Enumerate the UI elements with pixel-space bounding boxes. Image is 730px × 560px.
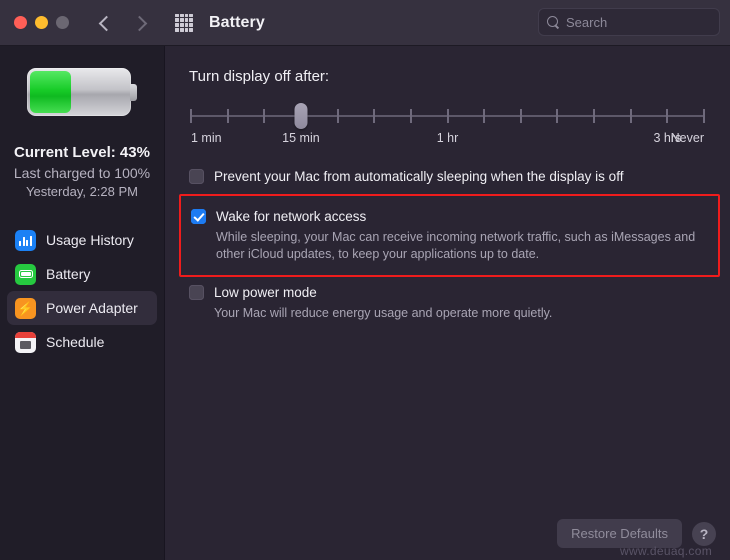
slider-thumb[interactable] — [294, 103, 308, 129]
option-label: Prevent your Mac from automatically slee… — [214, 169, 624, 184]
slider-tick — [593, 109, 596, 123]
display-sleep-slider[interactable]: 1 min 15 min 1 hr 3 hrs Never — [190, 101, 705, 153]
option-prevent-sleep[interactable]: Prevent your Mac from automatically slee… — [189, 165, 710, 188]
back-chevron-icon[interactable] — [97, 15, 113, 31]
current-level-text: Current Level: 43% — [14, 144, 150, 161]
slider-tick — [483, 109, 486, 123]
zoom-button[interactable] — [56, 16, 69, 29]
search-icon — [547, 15, 560, 29]
slider-label: Never — [670, 131, 704, 145]
close-button[interactable] — [14, 16, 27, 29]
option-label: Wake for network access — [216, 209, 367, 224]
option-wake-for-network[interactable]: Wake for network access While sleeping, … — [191, 205, 708, 265]
battery-icon — [15, 263, 36, 285]
slider-tick — [629, 109, 632, 123]
power-adapter-icon: ⚡ — [15, 297, 36, 319]
sidebar-item-label: Schedule — [46, 334, 105, 350]
slider-tick — [409, 109, 412, 123]
sidebar: Current Level: 43% Last charged to 100% … — [0, 46, 165, 560]
display-off-label: Turn display off after: — [189, 68, 330, 85]
battery-shell — [27, 68, 131, 116]
slider-tick — [556, 109, 559, 123]
option-description: While sleeping, your Mac can receive inc… — [216, 230, 696, 261]
battery-stats: Current Level: 43% Last charged to 100% … — [0, 144, 164, 199]
window-titlebar: Battery — [0, 0, 730, 46]
page-title: Battery — [209, 13, 265, 31]
sidebar-item-label: Power Adapter — [46, 300, 138, 316]
slider-label: 1 min — [191, 131, 222, 145]
slider-labels: 1 min 15 min 1 hr 3 hrs Never — [191, 131, 704, 147]
options-list: Prevent your Mac from automatically slee… — [179, 165, 720, 324]
window-body: Current Level: 43% Last charged to 100% … — [0, 46, 730, 560]
sidebar-nav-list: Usage History Battery ⚡ Power Adapter Sc… — [0, 223, 164, 359]
navigation-buttons — [97, 15, 147, 31]
help-button[interactable]: ? — [692, 521, 716, 546]
watermark-text: www.deuaq.com — [620, 544, 712, 558]
minimize-button[interactable] — [35, 16, 48, 29]
battery-preferences-window: Battery Current Level: 43% Last charged … — [0, 0, 730, 560]
traffic-lights — [14, 16, 69, 29]
slider-tick — [263, 109, 266, 123]
slider-tick — [666, 109, 669, 123]
schedule-icon — [15, 331, 36, 353]
battery-terminal — [130, 84, 137, 101]
low-power-mode-checkbox[interactable] — [189, 285, 204, 300]
battery-level-graphic — [27, 68, 137, 116]
usage-history-icon — [15, 229, 36, 251]
option-description: Your Mac will reduce energy usage and op… — [214, 306, 553, 320]
forward-chevron-icon[interactable] — [131, 15, 147, 31]
option-low-power-mode[interactable]: Low power mode Your Mac will reduce ener… — [189, 281, 710, 324]
slider-label: 1 hr — [436, 131, 459, 145]
option-label: Low power mode — [214, 285, 317, 300]
search-field[interactable] — [538, 8, 720, 36]
last-charged-time: Yesterday, 2:28 PM — [25, 184, 138, 199]
sidebar-item-schedule[interactable]: Schedule — [7, 325, 157, 359]
main-pane: Turn display off after: 1 min 15 min 1 hr 3… — [165, 46, 730, 560]
sidebar-item-battery[interactable]: Battery — [7, 257, 157, 291]
prevent-sleep-checkbox[interactable] — [189, 169, 204, 184]
slider-tick — [446, 109, 449, 123]
slider-ticks — [190, 109, 705, 123]
slider-tick — [226, 109, 229, 123]
wake-network-highlight-box: Wake for network access While sleeping, … — [179, 194, 720, 277]
slider-tick — [703, 109, 705, 123]
sidebar-item-power-adapter[interactable]: ⚡ Power Adapter — [7, 291, 157, 325]
slider-tick — [519, 109, 522, 123]
slider-tick — [373, 109, 376, 123]
show-all-grid-icon[interactable] — [175, 13, 193, 32]
sidebar-item-label: Battery — [46, 266, 91, 282]
search-input[interactable] — [566, 14, 711, 30]
sidebar-item-usage-history[interactable]: Usage History — [7, 223, 157, 257]
last-charged-text: Last charged to 100% — [13, 165, 151, 181]
battery-fill — [30, 71, 72, 113]
slider-tick — [190, 109, 192, 123]
slider-tick — [336, 109, 339, 123]
sidebar-item-label: Usage History — [46, 232, 134, 248]
wake-for-network-checkbox[interactable] — [191, 209, 206, 224]
slider-label: 15 min — [282, 131, 320, 145]
